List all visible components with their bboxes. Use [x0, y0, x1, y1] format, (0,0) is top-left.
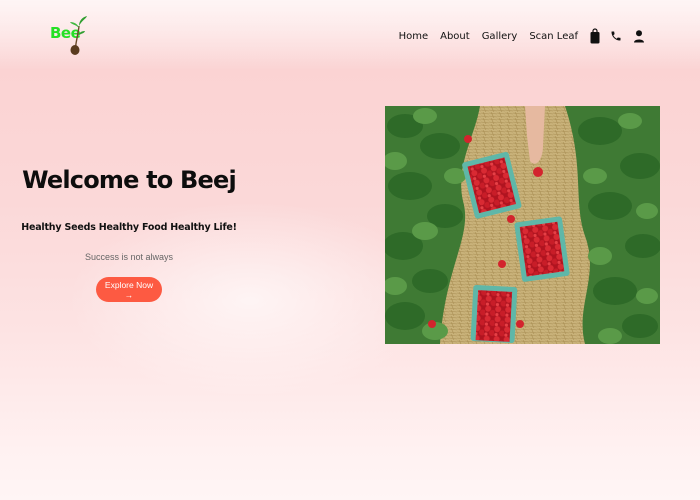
- phone-icon[interactable]: [610, 29, 622, 43]
- user-icon[interactable]: [634, 29, 644, 43]
- hero-subtext: Success is not always: [84, 252, 174, 262]
- sprout-icon: [70, 16, 87, 55]
- hero-title: Welcome to Beej: [22, 166, 237, 194]
- main-nav: Home About Gallery Scan Leaf: [399, 28, 644, 44]
- nav-about[interactable]: About: [440, 31, 470, 42]
- shopping-bag-icon[interactable]: [590, 28, 600, 44]
- hero-tagline: Healthy Seeds Healthy Food Healthy Life!: [21, 222, 237, 233]
- explore-now-button[interactable]: Explore Now →: [96, 277, 162, 302]
- hero-image-strawberries: [385, 106, 660, 344]
- nav-home[interactable]: Home: [399, 31, 429, 42]
- brand-logo[interactable]: Bee: [48, 14, 88, 56]
- nav-gallery[interactable]: Gallery: [482, 31, 518, 42]
- nav-scan-leaf[interactable]: Scan Leaf: [529, 31, 578, 42]
